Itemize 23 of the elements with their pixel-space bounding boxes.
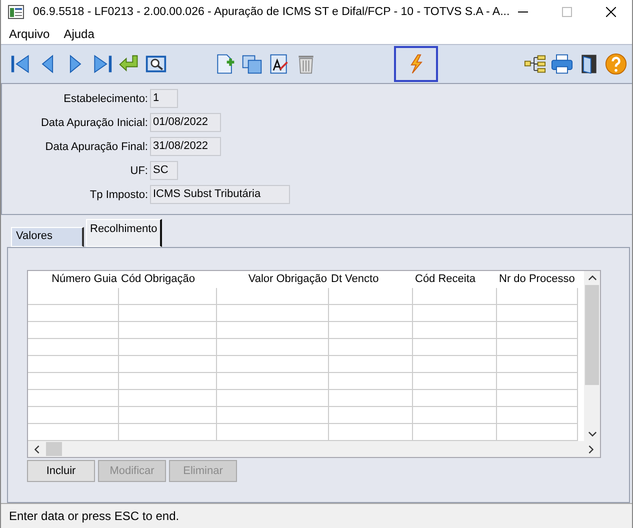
tab[interactable]: Valores (11, 227, 84, 247)
field-label: Data Apuração Final: (44, 140, 149, 152)
column-header[interactable]: Nr do Processo (497, 271, 578, 288)
action-button[interactable]: Incluir (27, 460, 95, 482)
input-field[interactable]: ICMS Subst Tributária (150, 185, 290, 204)
field-label: UF: (129, 164, 149, 176)
column-header[interactable]: Valor Obrigação (217, 271, 329, 288)
status-bar: Enter data or press ESC to end. (1, 503, 632, 528)
column-header[interactable]: Cód Receita (413, 271, 497, 288)
column-header[interactable]: Cód Obrigação (119, 271, 217, 288)
menu-item[interactable]: Arquivo (9, 26, 50, 40)
input-field[interactable]: 31/08/2022 (150, 137, 221, 156)
menu-item[interactable]: Ajuda (64, 26, 94, 40)
input-field[interactable]: SC (150, 161, 178, 180)
input-field[interactable]: 01/08/2022 (150, 113, 221, 132)
tab[interactable]: Recolhimento (86, 219, 162, 247)
window-title: 06.9.5518 - LF0213 - 2.00.00.026 - Apuração de ICMS ST e Difal/FCP - 10 - TOTVS S.A - A... (33, 6, 510, 18)
field-label: Estabelecimento: (62, 92, 149, 104)
column-header[interactable]: Dt Vencto (329, 271, 413, 288)
field-label: Data Apuração Inicial: (40, 116, 149, 128)
field-label: Tp Imposto: (88, 188, 149, 200)
column-header[interactable]: Número Guia (28, 271, 119, 288)
input-field[interactable]: 1 (150, 89, 178, 108)
